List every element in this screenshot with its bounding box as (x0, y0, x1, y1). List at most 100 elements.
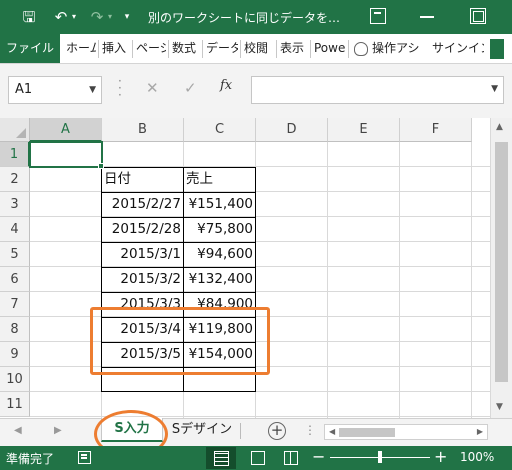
scroll-left-icon[interactable]: ◀ (329, 427, 335, 436)
row-header-7[interactable]: 7 (0, 292, 30, 317)
tab-power[interactable]: Powe (314, 34, 346, 63)
name-box-value: A1 (15, 82, 33, 97)
tab-tell-me[interactable]: 操作アシ (372, 34, 428, 63)
row-header-4[interactable]: 4 (0, 217, 30, 242)
fill-handle[interactable] (98, 163, 104, 169)
drag-handle-icon[interactable]: · · · (118, 75, 122, 101)
enter-icon[interactable]: ✓ (184, 79, 197, 97)
row-header-11[interactable]: 11 (0, 392, 30, 417)
cell-sales[interactable]: ¥151,400 (184, 192, 256, 217)
formula-bar: A1 ▼ · · · ✕ ✓ fx ▼ (0, 64, 512, 118)
ribbon-tabs: ファイルホーム挿入ページ数式データ校閲表示Powe 操作アシサインイン (0, 34, 512, 64)
column-header-a[interactable]: A (30, 118, 102, 142)
header-sales[interactable]: 売上 (184, 167, 256, 192)
column-header-f[interactable]: F (400, 118, 472, 142)
zoom-in-button[interactable]: + (434, 447, 447, 466)
macro-record-icon[interactable] (78, 451, 91, 464)
ribbon-display-options-icon[interactable] (370, 8, 386, 24)
cell-date[interactable]: 2015/2/27 (102, 192, 184, 217)
scroll-thumb[interactable] (495, 142, 508, 382)
sheet-next-icon[interactable]: ▶ (54, 425, 62, 436)
cell-sales[interactable]: ¥132,400 (184, 267, 256, 292)
add-sheet-button[interactable]: + (268, 422, 286, 440)
zoom-slider-thumb[interactable] (378, 451, 382, 463)
cancel-icon[interactable]: ✕ (146, 79, 159, 97)
tab-file[interactable]: ファイル (0, 34, 60, 63)
gridline-col (471, 142, 472, 418)
redo-dropdown-icon[interactable]: ▾ (104, 6, 116, 28)
cell-sales[interactable]: ¥94,600 (184, 242, 256, 267)
tab-review[interactable]: 校閲 (244, 34, 274, 63)
gridline-row (30, 266, 490, 267)
cell-area[interactable]: 日付 売上 2015/2/27 ¥151,400 2015/2/28 ¥75,800 201… (29, 141, 490, 418)
row-header-6[interactable]: 6 (0, 267, 30, 292)
title-bar: 🖫 ↶ ▾ ↷ ▾ ▾ 別のワークシートに同じデータを… (0, 0, 512, 34)
share-icon[interactable] (490, 39, 504, 59)
tab-sign-in[interactable]: サインイン (432, 34, 484, 63)
column-header-b[interactable]: B (102, 118, 184, 142)
chevron-down-icon[interactable]: ▼ (491, 84, 498, 94)
insert-function-icon[interactable]: fx (220, 78, 232, 93)
cell-date[interactable]: 2015/3/2 (102, 267, 184, 292)
page-break-view-icon[interactable] (284, 451, 298, 465)
row-header-2[interactable]: 2 (0, 167, 30, 192)
save-icon[interactable]: 🖫 (18, 6, 40, 28)
tab-home[interactable]: ホーム (66, 34, 96, 63)
row-header-10[interactable]: 10 (0, 367, 30, 392)
tab-view[interactable]: 表示 (280, 34, 308, 63)
vertical-scrollbar[interactable]: ▲ ▼ (490, 118, 512, 418)
sheet-tab-bar: ◀ ▶ S入力 Sデザイン + ⋮ ◀ ▶ (0, 418, 512, 446)
select-all-button[interactable] (0, 118, 30, 142)
row-header-5[interactable]: 5 (0, 242, 30, 267)
customize-toolbar-icon[interactable]: ▾ (120, 6, 134, 28)
tab-separator (202, 40, 203, 58)
scroll-down-icon[interactable]: ▼ (496, 402, 503, 412)
row-header-3[interactable]: 3 (0, 192, 30, 217)
formula-input[interactable]: ▼ (251, 76, 504, 104)
column-header-e[interactable]: E (328, 118, 400, 142)
highlight-rectangle (90, 307, 270, 375)
zoom-out-button[interactable]: − (312, 447, 325, 466)
undo-dropdown-icon[interactable]: ▾ (68, 6, 80, 28)
status-bar: 準備完了 − + 100% (0, 446, 512, 470)
sheet-prev-icon[interactable]: ◀ (14, 425, 22, 436)
gridline-row (30, 391, 490, 392)
window-title: 別のワークシートに同じデータを… (148, 11, 341, 25)
gridline-row (30, 241, 490, 242)
scroll-thumb[interactable] (339, 428, 395, 437)
row-header-8[interactable]: 8 (0, 317, 30, 342)
column-header-c[interactable]: C (184, 118, 256, 142)
chevron-down-icon[interactable]: ▼ (89, 77, 96, 103)
sheet-tab-design[interactable]: Sデザイン (166, 419, 238, 443)
row-header-1[interactable]: 1 (0, 142, 30, 167)
page-layout-view-icon[interactable] (251, 451, 265, 465)
gridline-row (30, 191, 490, 192)
header-date[interactable]: 日付 (102, 167, 184, 192)
tab-data[interactable]: データ (206, 34, 238, 63)
status-text: 準備完了 (6, 452, 55, 466)
column-header-d[interactable]: D (256, 118, 328, 142)
horizontal-scrollbar[interactable]: ◀ ▶ (324, 424, 488, 440)
lightbulb-icon[interactable] (354, 42, 368, 56)
tab-separator (310, 40, 311, 58)
scroll-right-icon[interactable]: ▶ (477, 427, 483, 436)
tab-formulas[interactable]: 数式 (172, 34, 200, 63)
gridline-col (327, 142, 328, 418)
more-options-icon[interactable]: ⋮ (304, 423, 316, 437)
tab-separator (348, 40, 349, 58)
zoom-level[interactable]: 100% (460, 450, 494, 464)
cell-sales[interactable]: ¥75,800 (184, 217, 256, 242)
gridline-row (30, 416, 490, 417)
name-box[interactable]: A1 ▼ (8, 76, 102, 104)
gridline-row (30, 216, 490, 217)
scroll-up-icon[interactable]: ▲ (496, 122, 503, 132)
gridline-col (399, 142, 400, 418)
tab-page-layout[interactable]: ページ (136, 34, 166, 63)
cell-date[interactable]: 2015/2/28 (102, 217, 184, 242)
cell-date[interactable]: 2015/3/1 (102, 242, 184, 267)
tab-insert[interactable]: 挿入 (102, 34, 130, 63)
restore-icon[interactable] (470, 8, 486, 24)
minimize-icon[interactable] (420, 16, 434, 18)
row-header-9[interactable]: 9 (0, 342, 30, 367)
normal-view-icon[interactable] (206, 447, 236, 469)
